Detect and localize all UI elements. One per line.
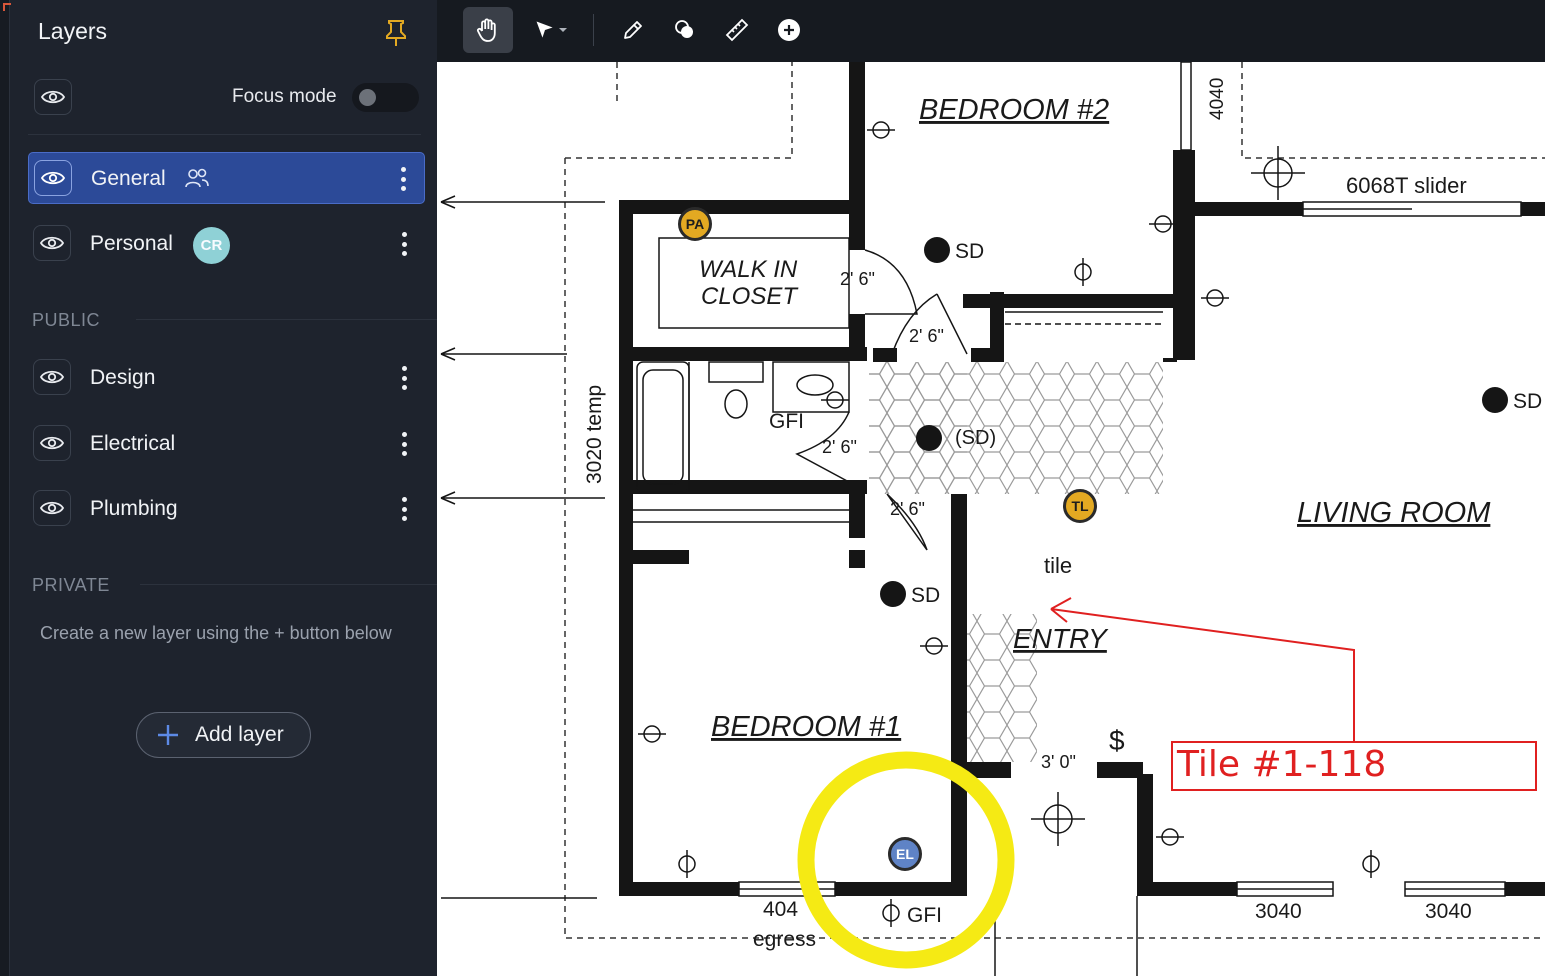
corner-mark-icon (3, 3, 11, 11)
shapes-tool-icon[interactable] (667, 7, 703, 53)
hand-tool-icon[interactable] (463, 7, 513, 53)
annotation-text-box[interactable]: Tile #1-118 (1171, 741, 1537, 791)
add-layer-label: Add layer (195, 723, 284, 746)
section-heading-private: PRIVATE (32, 575, 110, 595)
toggle-knob (359, 89, 376, 106)
label-sd: SD (911, 584, 940, 607)
layer-row-plumbing[interactable]: Plumbing (28, 483, 425, 535)
private-empty-hint: Create a new layer using the + button be… (40, 623, 392, 643)
label-sd: SD (955, 240, 984, 263)
label-sd: SD (1513, 390, 1542, 413)
label-bedroom-1: BEDROOM #1 (711, 711, 901, 743)
label-gfi: GFI (769, 410, 804, 433)
floor-plan-canvas[interactable]: BEDROOM #2 WALK IN CLOSET LIVING ROOM EN… (437, 62, 1545, 976)
label-door-width: 2' 6" (840, 269, 875, 289)
pin-marker-pa[interactable]: PA (678, 207, 712, 241)
plus-icon (158, 725, 178, 745)
label-entry: ENTRY (1013, 623, 1109, 654)
layer-label: Electrical (90, 432, 176, 455)
label-bedroom-2: BEDROOM #2 (919, 94, 1109, 126)
layer-menu-icon[interactable] (397, 495, 411, 523)
label-4040-window: 4040 (1207, 78, 1228, 120)
shared-people-icon (184, 167, 210, 189)
tools-toolbar (437, 0, 1545, 62)
layer-menu-icon[interactable] (397, 364, 411, 392)
label-door-width: 2' 6" (890, 499, 925, 519)
layer-menu-icon[interactable] (396, 165, 410, 193)
layer-label: Plumbing (90, 497, 178, 520)
pencil-tool-icon[interactable] (615, 7, 651, 53)
focus-mode-label: Focus mode (232, 86, 337, 107)
add-layer-button[interactable]: Add layer (136, 712, 311, 758)
layer-row-general[interactable]: General (28, 152, 425, 204)
label-closet: CLOSET (701, 283, 799, 310)
label-door-width: 3' 0" (1041, 752, 1076, 772)
eye-icon[interactable] (33, 425, 71, 461)
layer-label: Design (90, 366, 156, 389)
layer-label: Personal (90, 232, 173, 255)
label-door-width: 2' 6" (822, 437, 857, 457)
label-living-room: LIVING ROOM (1297, 497, 1491, 529)
label-window-404: 404 (763, 898, 798, 921)
label-switch: $ (1109, 725, 1125, 756)
layer-menu-icon[interactable] (397, 230, 411, 258)
measure-tool-icon[interactable] (719, 7, 755, 53)
divider (140, 584, 437, 585)
pin-marker-el[interactable]: EL (888, 837, 922, 871)
eye-icon[interactable] (34, 160, 72, 196)
layer-row-electrical[interactable]: Electrical (28, 418, 425, 470)
label-slider: 6068T slider (1346, 173, 1467, 198)
floor-plan-drawing: BEDROOM #2 WALK IN CLOSET LIVING ROOM EN… (440, 62, 1545, 976)
layer-row-personal[interactable]: Personal CR (28, 218, 425, 270)
label-window-3040: 3040 (1255, 900, 1302, 923)
divider (28, 134, 421, 135)
eye-icon[interactable] (33, 225, 71, 261)
label-temp-window: 3020 temp (583, 385, 606, 484)
label-door-width: 2' 6" (909, 326, 944, 346)
toolbar-separator (593, 14, 594, 46)
label-tile: tile (1044, 553, 1072, 578)
label-sd-paren: (SD) (955, 427, 996, 449)
label-egress: egress (753, 928, 816, 951)
panel-title: Layers (38, 18, 108, 44)
label-window-3040: 3040 (1425, 900, 1472, 923)
layer-row-design[interactable]: Design (28, 352, 425, 404)
layer-label: General (91, 167, 166, 190)
label-walk-in: WALK IN (699, 256, 798, 283)
global-visibility-eye-icon[interactable] (34, 79, 72, 115)
add-tool-icon[interactable] (771, 7, 807, 53)
eye-icon[interactable] (33, 359, 71, 395)
label-gfi: GFI (907, 904, 942, 927)
pointer-tool-icon[interactable] (525, 7, 577, 53)
focus-mode-toggle[interactable] (352, 83, 419, 112)
pin-icon[interactable] (383, 18, 409, 48)
divider (136, 319, 437, 320)
layer-menu-icon[interactable] (397, 430, 411, 458)
avatar: CR (193, 227, 230, 264)
chevron-down-icon (559, 28, 567, 32)
section-heading-public: PUBLIC (32, 310, 101, 330)
panel-edge-strip (0, 0, 11, 976)
layers-panel: Layers Focus mode General Personal CR PU… (0, 0, 437, 976)
pin-marker-tl[interactable]: TL (1063, 489, 1097, 523)
eye-icon[interactable] (33, 490, 71, 526)
